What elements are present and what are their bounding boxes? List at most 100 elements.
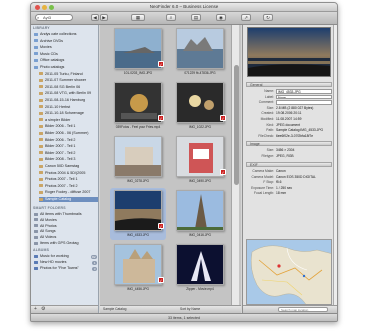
catalog-icon [39, 124, 43, 128]
thumbnail-caption: IMG_4456.JPG [127, 287, 149, 291]
sidebar-item[interactable]: Photos 2004 & 5D/(2005 [39, 171, 98, 176]
sidebar-item[interactable]: 2011-05 Turku, Finland [39, 72, 98, 77]
thumbnail-image [176, 28, 224, 69]
thumbnail-caption: IMG_4533.JPG [127, 233, 149, 237]
sidebar-item[interactable]: Photos 2007 - Teil 1 [39, 177, 98, 182]
photo-thumbnail[interactable]: IMG_0416.JPG [172, 190, 228, 242]
sidebar-item[interactable]: Bilder 2006 - 06 (Summer) [39, 131, 98, 136]
album-item[interactable]: Photos for "Five Towns" 3 [34, 266, 98, 271]
metadata-row: Path: Sample Catalog:IMG_4533.JPG [246, 128, 332, 133]
view-mode-button[interactable]: ▦ [131, 14, 145, 21]
smart-folder-icon [34, 235, 38, 239]
folder-icon [34, 45, 38, 49]
smart-folder-item[interactable]: All Photos [34, 224, 98, 229]
find-button[interactable]: ⌕ [166, 14, 176, 21]
thumbnail-image [176, 244, 224, 285]
sidebar-item[interactable]: 2011-07 Summer shower [39, 78, 98, 83]
album-count-badge: 3 [92, 266, 97, 271]
smart-folder-item[interactable]: All Movies [34, 218, 98, 223]
thumbnail-grid: ✓ 101-0203_IMG.JPG 071229 fb-47836.JPG ✓ 039… [100, 25, 241, 313]
sidebar-item[interactable]: 2011-08 VTG, with Berlin 09 [39, 91, 98, 96]
sidebar-item[interactable]: Bilder 2008 - Teil 3 [39, 157, 98, 162]
sidebar-item[interactable]: 2011-10 Herbst [39, 105, 98, 110]
album-item[interactable]: New HD movies 1 [34, 260, 98, 265]
smart-folder-item[interactable]: Items with GPS Geotag [34, 241, 98, 246]
sidebar-item[interactable]: Office catalogs [34, 58, 98, 63]
thumbnail-caption: IMG_0278.JPG [127, 179, 149, 183]
album-item[interactable]: Music for working 82 [34, 254, 98, 259]
sidebar-item[interactable]: 2011-08-15-16 Hamburg [39, 98, 98, 103]
photo-thumbnail[interactable]: ✓ 039Fotos - Feel your Fries.mp4 [110, 82, 166, 134]
photo-thumbnail[interactable]: Zipper - Movie.mp4 [172, 244, 228, 296]
sidebar-item[interactable]: Bilder 2006 - Teil 2 [39, 138, 98, 143]
sidebar-item[interactable]: 2011-08 SG Berlin 06 [39, 85, 98, 90]
scroll-knob[interactable] [233, 65, 239, 185]
sidebar-item[interactable]: Photo catalogs [34, 65, 98, 70]
general-section-header[interactable]: General [246, 82, 332, 87]
metadata-field[interactable] [276, 100, 332, 105]
catalog-icon: ▤ [193, 15, 199, 20]
sidebar-item[interactable]: Roger Fooley - diffuse 2007 [39, 190, 98, 195]
sidebar-item[interactable]: Bilder 2007 - Teil 1 [39, 144, 98, 149]
sidebar-item[interactable]: Bilder 2006 - Teil 1 [39, 124, 98, 129]
smart-folder-icon [34, 218, 38, 222]
smart-folder-item[interactable]: All items with Thumbnails [34, 212, 98, 217]
sidebar-item[interactable]: Photos 2007 - Teil 2 [39, 184, 98, 189]
reveal-button[interactable]: ↗ [241, 14, 251, 21]
gear-icon[interactable]: ⚙ [41, 306, 45, 313]
sidebar-item[interactable]: Movies [34, 45, 98, 50]
gps-map[interactable] [246, 239, 332, 305]
sidebar-item[interactable]: a simpler Bilder [39, 118, 98, 123]
smart-folder-item[interactable]: All Songs [34, 229, 98, 234]
grid-scrollbar[interactable] [231, 25, 239, 305]
photo-thumbnail[interactable]: ✓ 101-0203_IMG.JPG [110, 28, 166, 80]
sidebar-item[interactable]: Andys cate collections [34, 32, 98, 37]
sidebar-item[interactable]: Bilder 2007 - Teil 2 [39, 151, 98, 156]
exif-section-header[interactable]: EXIF [246, 162, 332, 167]
back-button[interactable]: ◀ [91, 14, 99, 21]
metadata-field[interactable]: IMG_4533.JPG [276, 89, 332, 94]
image-section-header[interactable]: Image [246, 141, 332, 146]
sort-popup[interactable]: Sort by Name [180, 306, 200, 313]
photo-thumbnail[interactable]: 071229 fb-47836.JPG [172, 28, 228, 80]
catalog-icon [39, 98, 43, 102]
album-icon [34, 260, 38, 264]
search-value: Ayt3 [43, 15, 51, 20]
map-search-field[interactable]: Search map location [278, 307, 328, 312]
inspector-scrollbar[interactable] [333, 25, 337, 313]
metadata-row: Comment: [246, 100, 332, 105]
photo-thumbnail[interactable]: IMG_0278.JPG [110, 136, 166, 188]
metadata-key: Camera Make: [252, 169, 274, 173]
sidebar-item[interactable]: Canon 50D Samstag [39, 164, 98, 169]
photo-thumbnail[interactable]: ✓ IMG_0490.JPG [172, 136, 228, 188]
metadata-key: Size: [266, 105, 274, 110]
catalog-button[interactable]: ▤ [191, 14, 201, 21]
sidebar-item-label: Photos for "Five Towns" [40, 266, 79, 270]
catalog-icon [39, 164, 43, 168]
folder-icon [34, 52, 38, 56]
sidebar-item-label: All items with Thumbnails [40, 212, 82, 216]
photo-thumbnail[interactable]: ✓ IMG_4533.JPG [110, 188, 166, 242]
sidebar-item[interactable]: Music CDs [34, 51, 98, 57]
sidebar-item[interactable]: 2011-10-18 Schwenage [39, 111, 98, 116]
photo-thumbnail[interactable]: ✓ IMG_4456.JPG [110, 244, 166, 296]
add-icon[interactable]: + [34, 306, 37, 313]
quick-look-button[interactable]: ◉ [216, 14, 226, 21]
metadata-field[interactable]: None [276, 94, 332, 100]
albums-header: ALBUMS [33, 248, 50, 252]
metadata-value: 1 / 250 sec [276, 185, 293, 190]
catalog-icon [39, 151, 43, 155]
photo-thumbnail[interactable]: ✓ IMG_1022.JPG [172, 82, 228, 134]
sidebar-item[interactable]: Sample Catalog [39, 197, 98, 202]
sidebar-item[interactable]: Archive DVDs [34, 39, 98, 44]
smart-folder-item[interactable]: All Videos [34, 235, 98, 240]
update-button[interactable]: ↻ [263, 14, 273, 21]
window-title: NeoFinder 6.0 – Business License [149, 4, 219, 9]
metadata-key: Focal Length: [254, 191, 274, 196]
sidebar-item-label: Music CDs [40, 51, 58, 56]
catalog-icon [39, 111, 43, 115]
search-field[interactable]: ⌕ Ayt3 [35, 14, 73, 21]
metadata-row: F Stop: f5.6 [246, 180, 332, 185]
footer-catalog-name: Sample Catalog [103, 307, 127, 311]
forward-button[interactable]: ▶ [100, 14, 108, 21]
